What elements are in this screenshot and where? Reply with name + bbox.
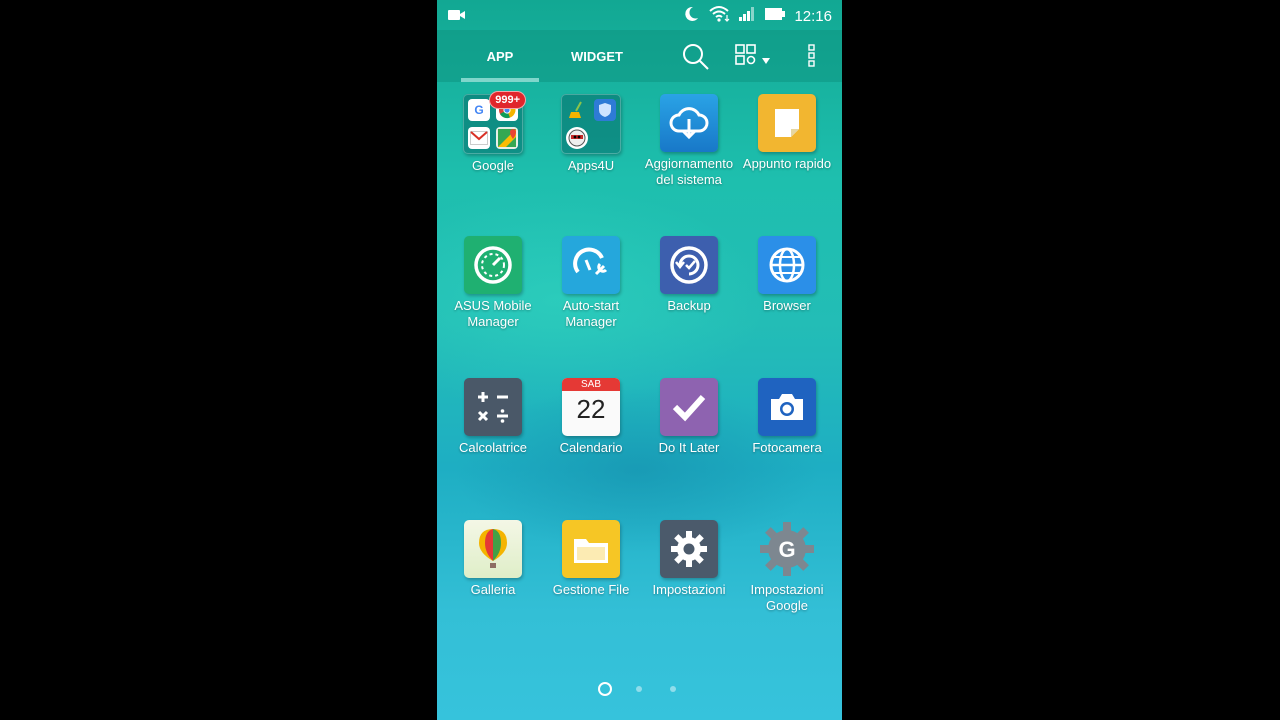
- app-file-manager[interactable]: Gestione File: [542, 508, 640, 598]
- page-dot[interactable]: [670, 686, 676, 692]
- app-system-update[interactable]: Aggiornamento del sistema: [640, 82, 738, 188]
- app-apps4u-folder[interactable]: Apps4U: [542, 82, 640, 174]
- notification-badge: 999+: [489, 91, 526, 109]
- search-icon[interactable]: [681, 42, 711, 77]
- calendar-icon: SAB 22: [562, 378, 620, 436]
- clock: 12:16: [794, 8, 832, 25]
- app-browser[interactable]: Browser: [738, 224, 836, 314]
- video-camera-icon: [447, 8, 467, 27]
- calendar-day-number: 22: [576, 394, 606, 424]
- page-dot-current[interactable]: [598, 682, 612, 696]
- broom-icon: [566, 99, 588, 121]
- app-quick-memo[interactable]: Appunto rapido: [738, 82, 836, 172]
- app-label: Browser: [763, 298, 811, 313]
- app-label: Aggiornamento del sistema: [644, 156, 734, 187]
- app-google-folder[interactable]: 999+ G Google: [444, 82, 542, 174]
- gmail-icon: [468, 127, 490, 149]
- svg-text:G: G: [778, 537, 795, 562]
- wifi-icon: [708, 5, 730, 28]
- app-label: Galleria: [470, 582, 516, 597]
- app-label: Calcolatrice: [459, 440, 527, 455]
- gear-icon: [660, 520, 718, 578]
- battery-icon: [764, 7, 786, 26]
- app-drawer-screen: 12:16 APP WIDGET 999+ G Google Apps4U Ag…: [437, 0, 842, 720]
- tab-widget-label: WIDGET: [571, 48, 623, 64]
- calculator-icon: [464, 378, 522, 436]
- app-label: Apps4U: [567, 158, 615, 173]
- app-gallery[interactable]: Galleria: [444, 508, 542, 598]
- cloud-download-icon: [660, 94, 718, 152]
- folder-icon: [562, 520, 620, 578]
- apps4u-folder-icon: [561, 94, 621, 154]
- page-dot[interactable]: [636, 686, 642, 692]
- app-label: Google: [472, 158, 514, 173]
- maps-icon: [496, 127, 518, 149]
- globe-icon: [758, 236, 816, 294]
- app-settings[interactable]: Impostazioni: [640, 508, 738, 598]
- overflow-menu-icon[interactable]: [807, 44, 817, 73]
- google-folder-icon: 999+ G: [463, 91, 526, 154]
- app-label: Do It Later: [658, 440, 720, 455]
- tab-app[interactable]: APP: [461, 30, 539, 82]
- shield-icon: [594, 99, 616, 121]
- app-do-it-later[interactable]: Do It Later: [640, 366, 738, 456]
- app-label: Auto-start Manager: [562, 298, 620, 329]
- app-label: Calendario: [559, 440, 623, 455]
- tab-widget[interactable]: WIDGET: [559, 30, 635, 82]
- app-camera[interactable]: Fotocamera: [738, 366, 836, 456]
- app-label: Backup: [667, 298, 711, 313]
- drawer-toolbar: APP WIDGET: [437, 30, 842, 82]
- app-label: ASUS Mobile Manager: [454, 298, 532, 329]
- do-not-disturb-moon-icon: [682, 5, 700, 28]
- app-calendar[interactable]: SAB 22 Calendario: [542, 366, 640, 456]
- balloon-icon: [464, 520, 522, 578]
- checkmark-icon: [660, 378, 718, 436]
- app-google-settings[interactable]: G Impostazioni Google: [738, 508, 836, 614]
- app-asus-mobile-manager[interactable]: ASUS Mobile Manager: [444, 224, 542, 330]
- backup-icon: [660, 236, 718, 294]
- google-g-icon: G: [468, 99, 490, 121]
- signal-icon: [738, 6, 756, 27]
- app-label: Appunto rapido: [742, 156, 832, 171]
- app-backup[interactable]: Backup: [640, 224, 738, 314]
- app-calculator[interactable]: Calcolatrice: [444, 366, 542, 456]
- tab-app-label: APP: [486, 48, 514, 64]
- calendar-day-name: SAB: [562, 378, 620, 391]
- gauge-icon: [464, 236, 522, 294]
- status-bar: 12:16: [437, 0, 842, 30]
- layout-options-icon[interactable]: [735, 44, 773, 75]
- app-label: Gestione File: [552, 582, 630, 597]
- app-label: Impostazioni Google: [750, 582, 824, 613]
- mascot-icon: [566, 127, 588, 149]
- google-settings-gear-icon: G: [758, 520, 816, 578]
- page-indicator: [437, 680, 842, 696]
- app-label: Impostazioni: [652, 582, 726, 597]
- camera-icon: [758, 378, 816, 436]
- gauge-wrench-icon: [562, 236, 620, 294]
- app-label: Fotocamera: [752, 440, 822, 455]
- sticky-note-icon: [758, 94, 816, 152]
- app-autostart-manager[interactable]: Auto-start Manager: [542, 224, 640, 330]
